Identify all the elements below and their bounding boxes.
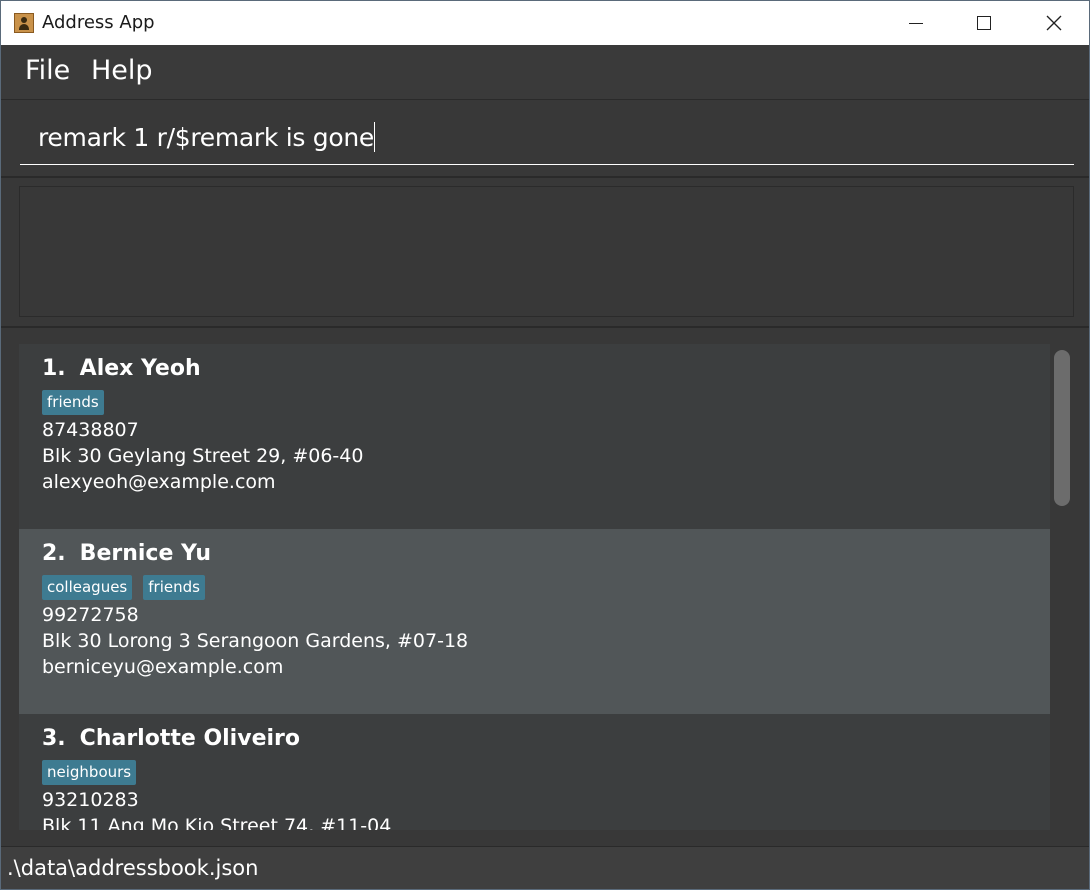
close-button[interactable] <box>1019 1 1089 45</box>
text-caret <box>373 122 375 152</box>
person-card[interactable]: 2. Bernice Yu colleagues friends 99272758… <box>19 529 1050 714</box>
result-display-container <box>1 178 1089 328</box>
person-address: Blk 11 Ang Mo Kio Street 74, #11-04 <box>42 815 392 830</box>
person-name-line: 1. Alex Yeoh <box>42 356 201 381</box>
person-name-line: 3. Charlotte Oliveiro <box>42 726 300 751</box>
person-card[interactable]: 3. Charlotte Oliveiro neighbours 93210283… <box>19 714 1050 830</box>
save-location: .\data\addressbook.json <box>7 856 259 880</box>
maximize-icon <box>977 16 991 30</box>
window-title: Address App <box>42 12 155 33</box>
menu-bar: File Help <box>1 45 1089 100</box>
tag-list: neighbours <box>42 760 137 785</box>
person-address: Blk 30 Lorong 3 Serangoon Gardens, #07-1… <box>42 630 469 652</box>
person-list-panel: 1. Alex Yeoh friends 87438807 Blk 30 Geyl… <box>1 328 1089 846</box>
tag-list: colleagues friends <box>42 575 205 600</box>
list-scrollbar[interactable] <box>1054 350 1070 506</box>
person-list[interactable]: 1. Alex Yeoh friends 87438807 Blk 30 Geyl… <box>19 344 1050 830</box>
person-email: berniceyu@example.com <box>42 656 284 678</box>
person-card[interactable]: 1. Alex Yeoh friends 87438807 Blk 30 Geyl… <box>19 344 1050 529</box>
title-bar: Address App <box>1 1 1089 45</box>
tag: friends <box>143 575 205 600</box>
person-phone: 99272758 <box>42 604 139 626</box>
address-book-icon <box>14 13 34 33</box>
minimize-icon <box>909 22 923 24</box>
command-box-container: remark 1 r/$remark is gone <box>1 100 1089 178</box>
menu-file[interactable]: File <box>25 55 70 86</box>
person-index: 3. <box>42 726 66 751</box>
tag: colleagues <box>42 575 133 600</box>
tag-list: friends <box>42 390 104 415</box>
person-index: 1. <box>42 356 66 381</box>
person-phone: 87438807 <box>42 419 139 441</box>
person-address: Blk 30 Geylang Street 29, #06-40 <box>42 445 364 467</box>
person-name-line: 2. Bernice Yu <box>42 541 211 566</box>
minimize-button[interactable] <box>881 1 951 45</box>
person-index: 2. <box>42 541 66 566</box>
person-name: Alex Yeoh <box>79 356 201 381</box>
person-email: alexyeoh@example.com <box>42 471 276 493</box>
command-text: remark 1 r/$remark is gone <box>38 123 374 152</box>
close-icon <box>1046 15 1062 31</box>
person-name: Charlotte Oliveiro <box>79 726 300 751</box>
tag: friends <box>42 390 104 415</box>
person-name: Bernice Yu <box>79 541 212 566</box>
maximize-button[interactable] <box>949 1 1019 45</box>
person-phone: 93210283 <box>42 789 139 811</box>
command-input[interactable]: remark 1 r/$remark is gone <box>20 110 1074 165</box>
status-bar: .\data\addressbook.json <box>1 846 1089 889</box>
app-window: Address App File Help remark 1 r/$remark… <box>0 0 1090 890</box>
tag: neighbours <box>42 760 137 785</box>
result-display[interactable] <box>19 186 1074 317</box>
menu-help[interactable]: Help <box>91 55 153 86</box>
